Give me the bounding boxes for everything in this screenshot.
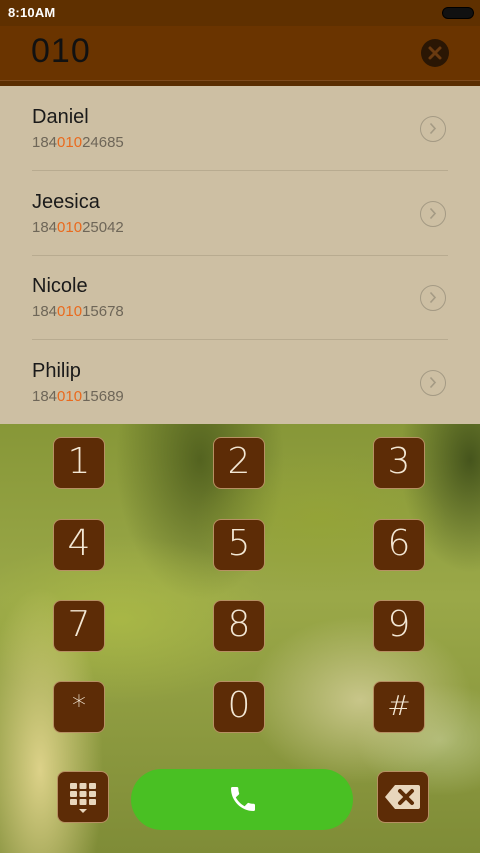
dialed-number-input[interactable]: 010 xyxy=(31,32,91,71)
contact-row-daniel[interactable]: Daniel 18401024685 xyxy=(0,86,480,170)
key-4[interactable]: 4 xyxy=(53,519,105,571)
chevron-right-icon[interactable] xyxy=(420,370,446,396)
contact-number: 18401015689 xyxy=(32,388,124,405)
number-suffix: 15689 xyxy=(82,388,124,405)
number-suffix: 25042 xyxy=(82,219,124,236)
key-hash[interactable]: # xyxy=(373,681,425,733)
battery-icon xyxy=(442,7,474,19)
number-match: 010 xyxy=(57,388,83,405)
key-1[interactable]: 1 xyxy=(53,437,105,489)
number-prefix: 184 xyxy=(32,134,58,151)
number-prefix: 184 xyxy=(32,219,58,236)
status-time: 8:10AM xyxy=(8,5,56,20)
contact-name: Daniel xyxy=(32,106,89,128)
key-2[interactable]: 2 xyxy=(213,437,265,489)
key-7[interactable]: 7 xyxy=(53,600,105,652)
key-5[interactable]: 5 xyxy=(213,519,265,571)
chevron-right-icon[interactable] xyxy=(420,285,446,311)
contact-name: Jeesica xyxy=(32,191,100,213)
call-button[interactable] xyxy=(131,769,353,830)
chevron-right-icon[interactable] xyxy=(420,201,446,227)
contact-number: 18401024685 xyxy=(32,134,124,151)
chevron-right-icon[interactable] xyxy=(420,116,446,142)
key-8[interactable]: 8 xyxy=(213,600,265,652)
clear-icon[interactable] xyxy=(421,39,449,67)
key-3[interactable]: 3 xyxy=(373,437,425,489)
key-0[interactable]: 0 xyxy=(213,681,265,733)
number-suffix: 15678 xyxy=(82,303,124,320)
number-match: 010 xyxy=(57,219,83,236)
key-star[interactable]: * xyxy=(53,681,105,733)
backspace-icon[interactable] xyxy=(377,771,429,823)
number-match: 010 xyxy=(57,134,83,151)
phone-icon xyxy=(231,787,255,811)
contact-results-list: Daniel 18401024685 Jeesica 18401025042 N… xyxy=(0,86,480,424)
contact-number: 18401025042 xyxy=(32,219,124,236)
contact-row-jeesica[interactable]: Jeesica 18401025042 xyxy=(0,171,480,255)
number-suffix: 24685 xyxy=(82,134,124,151)
number-prefix: 184 xyxy=(32,388,58,405)
number-prefix: 184 xyxy=(32,303,58,320)
contact-number: 18401015678 xyxy=(32,303,124,320)
dialpad-grid-icon[interactable] xyxy=(57,771,109,823)
number-match: 010 xyxy=(57,303,83,320)
key-6[interactable]: 6 xyxy=(373,519,425,571)
status-bar: 8:10AM xyxy=(0,0,480,26)
key-9[interactable]: 9 xyxy=(373,600,425,652)
contact-row-philip[interactable]: Philip 18401015689 xyxy=(0,340,480,424)
dial-header: 010 xyxy=(0,26,480,81)
contact-name: Nicole xyxy=(32,275,88,297)
contact-row-nicole[interactable]: Nicole 18401015678 xyxy=(0,255,480,339)
contact-name: Philip xyxy=(32,360,81,382)
